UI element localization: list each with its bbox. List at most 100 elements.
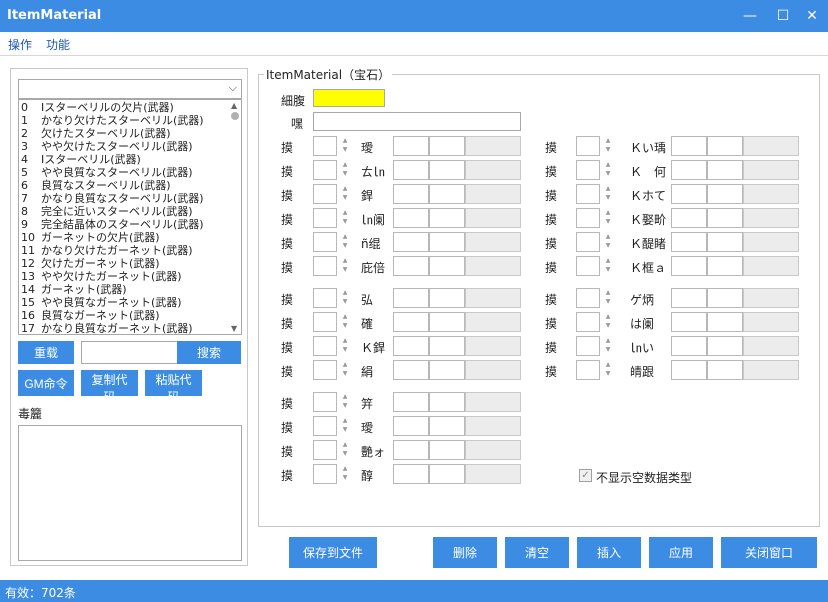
stat-value-spinner[interactable] [576,336,600,356]
stat-field-2[interactable] [429,160,465,180]
stat-value-spinner[interactable] [576,184,600,204]
stat-field-2[interactable] [429,184,465,204]
stat-field-1[interactable] [671,136,707,156]
stat-field-1[interactable] [671,160,707,180]
stat-value-spinner[interactable] [313,288,337,308]
list-item[interactable]: 7 かなり良質なスターベリル(武器) [21,192,229,205]
stat-field-1[interactable] [393,288,429,308]
list-item[interactable]: 1 かなり欠けたスターベリル(武器) [21,114,229,127]
stat-field-2[interactable] [429,336,465,356]
spinner-arrows-icon[interactable]: ▲ ▼ [340,360,350,380]
copy-code-button[interactable]: 复制代码 [81,370,138,404]
list-item[interactable]: 2 欠けたスターベリル(武器) [21,127,229,140]
stat-value-spinner[interactable] [313,464,337,484]
stat-field-2[interactable] [707,288,743,308]
stat-value-spinner[interactable] [576,256,600,276]
list-item[interactable]: 11 かなり欠けたガーネット(武器) [21,244,229,257]
gm-command-button[interactable]: GM命令 [18,370,74,396]
spinner-arrows-icon[interactable]: ▲ ▼ [603,136,613,156]
stat-value-spinner[interactable] [313,256,337,276]
stat-field-2[interactable] [707,208,743,228]
spinner-arrows-icon[interactable]: ▲ ▼ [340,392,350,412]
list-item[interactable]: 3 やや欠けたスターベリル(武器) [21,140,229,153]
category-combo[interactable]: ⌵ [18,79,242,99]
spinner-arrows-icon[interactable]: ▲ ▼ [340,208,350,228]
reload-button[interactable]: 重载 [18,341,74,364]
stat-field-1[interactable] [393,160,429,180]
color-swatch[interactable] [313,89,385,107]
list-item[interactable]: 10 ガーネットの欠片(武器) [21,231,229,244]
scroll-thumb[interactable] [231,112,239,120]
spinner-arrows-icon[interactable]: ▲ ▼ [603,312,613,332]
stat-field-1[interactable] [671,336,707,356]
scroll-down-icon[interactable]: ▼ [231,324,237,333]
list-item[interactable]: 17 かなり良質なガーネット(武器) [21,322,229,334]
stat-value-spinner[interactable] [576,208,600,228]
stat-field-1[interactable] [393,464,429,484]
list-scrollbar[interactable]: ▲ ▼ [229,100,241,334]
notes-textarea[interactable] [18,425,242,561]
insert-button[interactable]: 插入 [577,537,641,568]
minimize-icon[interactable]: — [740,6,760,26]
spinner-arrows-icon[interactable]: ▲ ▼ [603,256,613,276]
stat-field-2[interactable] [429,232,465,252]
stat-value-spinner[interactable] [313,360,337,380]
stat-value-spinner[interactable] [576,136,600,156]
stat-field-1[interactable] [671,288,707,308]
list-item[interactable]: 13 やや欠けたガーネット(武器) [21,270,229,283]
close-window-button[interactable]: 关闭窗口 [721,537,817,568]
list-item[interactable]: 5 やや良質なスターベリル(武器) [21,166,229,179]
stat-value-spinner[interactable] [576,312,600,332]
spinner-arrows-icon[interactable]: ▲ ▼ [340,136,350,156]
stat-field-2[interactable] [429,312,465,332]
stat-field-2[interactable] [429,256,465,276]
menu-function[interactable]: 功能 [46,36,70,53]
list-item[interactable]: 9 完全結晶体のスターベリル(武器) [21,218,229,231]
apply-button[interactable]: 应用 [649,537,713,568]
spinner-arrows-icon[interactable]: ▲ ▼ [340,160,350,180]
spinner-arrows-icon[interactable]: ▲ ▼ [340,288,350,308]
hide-empty-checkbox[interactable]: ✓ [579,469,592,482]
spinner-arrows-icon[interactable]: ▲ ▼ [340,416,350,436]
stat-field-1[interactable] [393,208,429,228]
spinner-arrows-icon[interactable]: ▲ ▼ [340,232,350,252]
spinner-arrows-icon[interactable]: ▲ ▼ [603,288,613,308]
stat-value-spinner[interactable] [576,232,600,252]
stat-field-2[interactable] [429,440,465,460]
stat-field-2[interactable] [707,312,743,332]
search-button[interactable]: 搜索 [177,341,241,364]
stat-field-2[interactable] [707,136,743,156]
spinner-arrows-icon[interactable]: ▲ ▼ [340,464,350,484]
save-to-file-button[interactable]: 保存到文件 [289,537,377,568]
list-item[interactable]: 0 Iスターベリルの欠片(武器) [21,101,229,114]
list-item[interactable]: 6 良質なスターベリル(武器) [21,179,229,192]
close-icon[interactable]: ✕ [802,6,822,26]
list-item[interactable]: 15 やや良質なガーネット(武器) [21,296,229,309]
stat-field-1[interactable] [393,256,429,276]
spinner-arrows-icon[interactable]: ▲ ▼ [603,360,613,380]
stat-value-spinner[interactable] [313,416,337,436]
stat-field-2[interactable] [429,360,465,380]
stat-field-2[interactable] [429,416,465,436]
spinner-arrows-icon[interactable]: ▲ ▼ [340,184,350,204]
menu-operation[interactable]: 操作 [8,36,32,53]
stat-value-spinner[interactable] [313,440,337,460]
spinner-arrows-icon[interactable]: ▲ ▼ [603,160,613,180]
scroll-up-icon[interactable]: ▲ [231,101,237,110]
stat-field-1[interactable] [393,184,429,204]
stat-field-1[interactable] [393,360,429,380]
spinner-arrows-icon[interactable]: ▲ ▼ [340,256,350,276]
stat-field-1[interactable] [671,232,707,252]
stat-field-1[interactable] [671,184,707,204]
stat-value-spinner[interactable] [313,160,337,180]
clear-button[interactable]: 清空 [505,537,569,568]
chevron-down-icon[interactable]: ⌵ [229,81,237,95]
stat-field-2[interactable] [429,288,465,308]
stat-value-spinner[interactable] [313,136,337,156]
name-input[interactable] [313,112,521,131]
stat-field-1[interactable] [393,416,429,436]
spinner-arrows-icon[interactable]: ▲ ▼ [603,232,613,252]
stat-value-spinner[interactable] [313,392,337,412]
stat-field-1[interactable] [393,440,429,460]
item-list[interactable]: 0 Iスターベリルの欠片(武器) 1 かなり欠けたスターベリル(武器) 2 欠けたスターベ… [18,99,242,335]
